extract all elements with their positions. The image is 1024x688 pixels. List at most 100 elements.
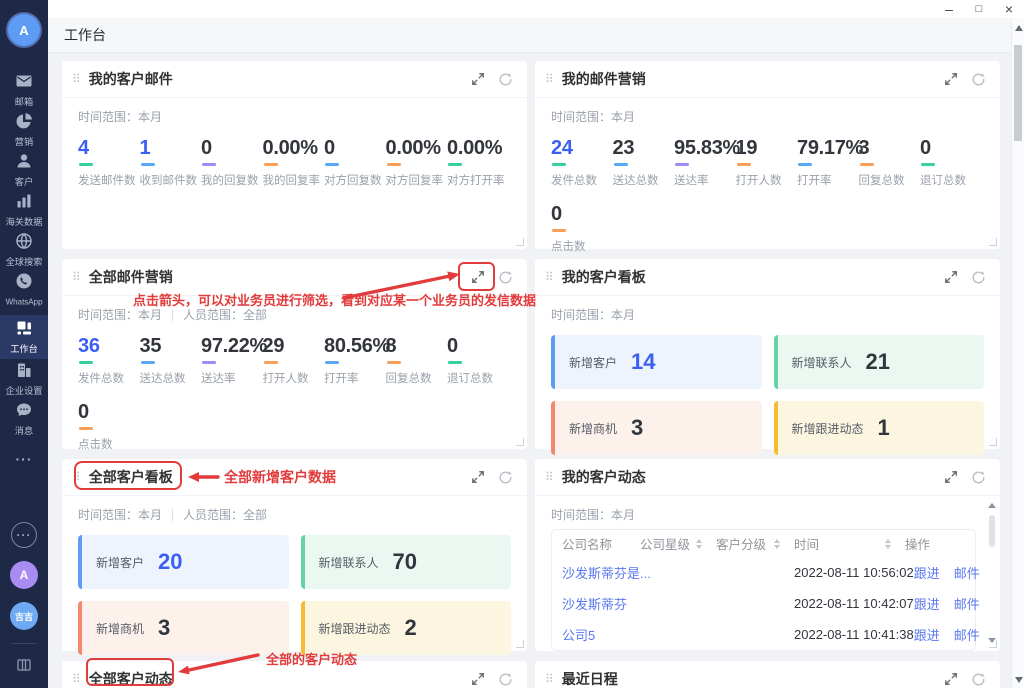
scroll-down-icon[interactable] (1015, 677, 1023, 683)
tile-label: 新增跟进动态 (319, 620, 391, 637)
stat-label: 送达总数 (613, 172, 675, 188)
sidebar-item-enterprise-settings[interactable]: 企业设置 (0, 359, 48, 399)
sidebar-item-global-search[interactable]: 全球搜索 (0, 230, 48, 270)
scroll-down-icon[interactable] (988, 638, 996, 643)
scroll-up-icon[interactable] (1015, 25, 1023, 31)
sidebar-item-customs-data[interactable]: 海关数据 (0, 190, 48, 230)
refresh-icon[interactable] (498, 72, 513, 87)
stat-value: 19 (736, 137, 798, 159)
company-link[interactable]: 公司5 (562, 625, 640, 644)
drag-handle-icon[interactable]: ⠿ (545, 471, 554, 483)
account-avatar-jiji[interactable]: 吉吉 (10, 602, 38, 630)
expand-icon[interactable] (944, 270, 958, 284)
sidebar-item-mail[interactable]: 邮箱 (0, 70, 48, 110)
stat-underline (921, 163, 935, 166)
close-button[interactable]: × (994, 0, 1024, 18)
stat-item: 95.83%送达率 (674, 137, 736, 188)
tile-value: 20 (158, 549, 182, 575)
drag-handle-icon[interactable]: ⠿ (545, 271, 554, 283)
stat-item: 0点击数 (551, 203, 613, 254)
company-link[interactable]: 沙发斯蒂芬是... (562, 563, 640, 582)
card-my-customer-board: ⠿ 我的客户看板 时间范围：本月 新增客户14 新增联系人21 新增商机3 新增… (535, 259, 1000, 449)
account-avatar-a[interactable]: A (10, 561, 38, 589)
card-my-email-marketing: ⠿ 我的邮件营销 时间范围：本月 24发件总数 23送达总数 95.83%送达率… (535, 61, 1000, 249)
refresh-icon[interactable] (971, 72, 986, 87)
expand-icon[interactable] (471, 672, 485, 686)
drag-handle-icon[interactable]: ⠿ (72, 673, 81, 685)
scroll-up-icon[interactable] (988, 503, 996, 508)
stat-underline (552, 229, 566, 232)
drag-handle-icon[interactable]: ⠿ (72, 73, 81, 85)
refresh-icon[interactable] (971, 672, 986, 687)
mail-link[interactable]: 邮件 (954, 625, 980, 644)
refresh-icon[interactable] (498, 470, 513, 485)
drag-handle-icon[interactable]: ⠿ (545, 73, 554, 85)
range-divider (172, 509, 173, 521)
scrollbar-thumb[interactable] (1014, 45, 1022, 141)
stat-value: 23 (613, 137, 675, 159)
sidebar-item-label: 海关数据 (6, 218, 43, 227)
customer-icon (15, 152, 33, 175)
sidebar-item-workspace[interactable]: 工作台 (0, 315, 48, 359)
stat-label: 送达总数 (140, 370, 202, 386)
refresh-icon[interactable] (971, 270, 986, 285)
stat-underline (202, 163, 216, 166)
expand-icon[interactable] (471, 270, 485, 284)
whatsapp-icon (15, 272, 33, 295)
stat-item: 0点击数 (78, 401, 140, 452)
expand-icon[interactable] (944, 470, 958, 484)
follow-up-link[interactable]: 跟进 (914, 563, 940, 582)
expand-icon[interactable] (944, 672, 958, 686)
sidebar-item-marketing[interactable]: 营销 (0, 110, 48, 150)
stat-underline (264, 163, 278, 166)
card-header: ⠿ 我的客户动态 (535, 459, 1000, 496)
minimize-button[interactable]: – (934, 0, 964, 18)
sort-icon[interactable] (774, 539, 780, 549)
stat-item: 0.00%对方回复率 (386, 137, 448, 188)
stat-underline (552, 163, 566, 166)
refresh-icon[interactable] (498, 270, 513, 285)
avatar[interactable]: A (8, 14, 40, 46)
page-scrollbar[interactable] (1011, 18, 1024, 688)
company-link[interactable]: 沙发斯蒂芬 (562, 594, 640, 613)
stat-label: 对方回复数 (324, 172, 386, 188)
stat-underline (737, 163, 751, 166)
stat-item: 4发送邮件数 (78, 137, 140, 188)
sidebar-item-messages[interactable]: 消息 (0, 399, 48, 439)
card-header: ⠿ 我的客户邮件 (62, 61, 527, 98)
expand-icon[interactable] (471, 470, 485, 484)
stat-underline (860, 163, 874, 166)
col-company-name: 公司名称 (562, 534, 640, 553)
stat-value: 0 (324, 137, 386, 159)
time-range: 时间范围：本月 人员范围：全部 (78, 506, 511, 523)
card-scrollbar[interactable] (987, 503, 997, 643)
follow-up-link[interactable]: 跟进 (914, 625, 940, 644)
stat-underline (798, 163, 812, 166)
sidebar-item-customers[interactable]: 客户 (0, 150, 48, 190)
drag-handle-icon[interactable]: ⠿ (72, 271, 81, 283)
tile-value: 1 (878, 415, 890, 441)
sidebar-item-whatsapp[interactable]: WhatsApp (0, 270, 48, 310)
stat-item: 3回复总数 (859, 137, 921, 188)
more-accounts-button[interactable]: ··· (11, 522, 37, 548)
drag-handle-icon[interactable]: ⠿ (545, 673, 554, 685)
expand-icon[interactable] (944, 72, 958, 86)
card-title: 全部客户动态 (89, 669, 173, 688)
maximize-button[interactable]: □ (964, 0, 994, 18)
stat-label: 对方回复率 (386, 172, 448, 188)
sort-icon[interactable] (885, 539, 891, 549)
scrollbar-thumb[interactable] (989, 515, 995, 547)
follow-up-link[interactable]: 跟进 (914, 594, 940, 613)
expand-icon[interactable] (471, 72, 485, 86)
sidebar-item-more[interactable]: ··· (0, 439, 48, 479)
refresh-icon[interactable] (971, 470, 986, 485)
stat-underline (79, 427, 93, 430)
apps-grid-icon[interactable] (16, 657, 32, 678)
tile-label: 新增商机 (96, 620, 144, 637)
refresh-icon[interactable] (498, 672, 513, 687)
drag-handle-icon[interactable]: ⠿ (72, 471, 81, 483)
mail-link[interactable]: 邮件 (954, 594, 980, 613)
time-range-value: 本月 (611, 506, 635, 523)
mail-link[interactable]: 邮件 (954, 563, 980, 582)
sort-icon[interactable] (696, 539, 702, 549)
